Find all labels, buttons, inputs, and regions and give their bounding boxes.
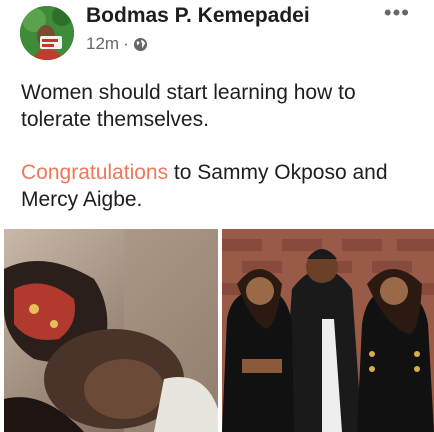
post-photo-left[interactable] bbox=[4, 229, 218, 432]
more-options-icon[interactable]: ••• bbox=[384, 2, 410, 24]
trio-photo bbox=[222, 229, 434, 432]
author-avatar[interactable] bbox=[20, 6, 74, 60]
post-meta: 12m · bbox=[86, 34, 148, 54]
post-text-line1: Women should start learning how to toler… bbox=[21, 81, 356, 131]
meta-separator: · bbox=[123, 34, 129, 53]
facebook-post: Bodmas P. Kemepadei 12m · ••• Women shou… bbox=[0, 0, 434, 432]
author-name[interactable]: Bodmas P. Kemepadei bbox=[86, 4, 310, 28]
avatar-image bbox=[20, 6, 74, 60]
post-text-line2: Congratulations to Sammy Okposo and Merc… bbox=[21, 159, 421, 213]
globe-icon[interactable] bbox=[133, 37, 148, 52]
post-time[interactable]: 12m bbox=[86, 34, 119, 54]
post-photo-right[interactable] bbox=[222, 229, 434, 432]
congratulations-highlight[interactable]: Congratulations bbox=[21, 161, 168, 184]
couple-photo bbox=[4, 229, 218, 432]
